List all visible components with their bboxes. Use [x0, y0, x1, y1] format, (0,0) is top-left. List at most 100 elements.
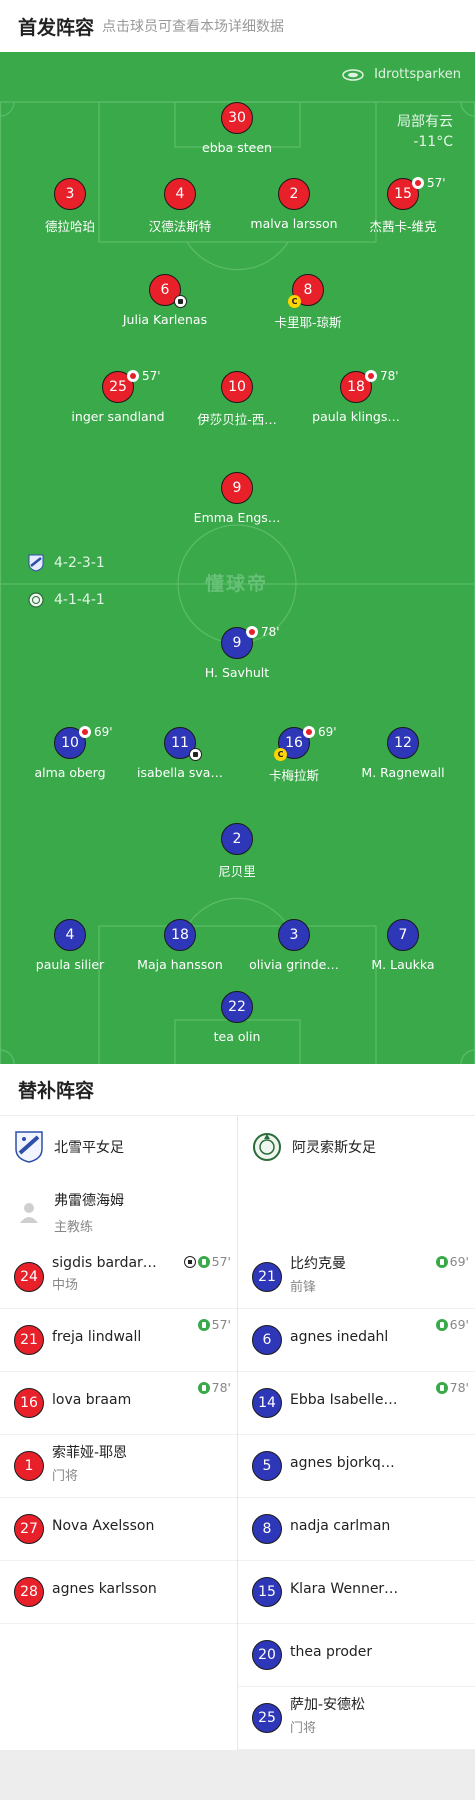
player-number-badge: 16 69' C [274, 725, 337, 761]
sub-in-event: 69' [435, 1254, 469, 1269]
goal-ball-icon [174, 295, 187, 308]
pitch-player[interactable]: 3 德拉哈珀 [10, 178, 130, 235]
away-team-name: 阿灵索斯女足 [292, 1140, 376, 1156]
bench-player-row[interactable]: 20 thea proder [238, 1624, 475, 1687]
player-number-badge: 18 78' [340, 369, 399, 403]
pitch-player[interactable]: 2 尼贝里 [177, 823, 297, 880]
player-number-badge: 8 C [288, 274, 324, 308]
pitch: Idrottsparken 局部有云 -11°C 懂球帝 4-2-3-1 4-1… [0, 52, 475, 1064]
home-formation-label: 4-2-3-1 [54, 555, 105, 571]
bench-player-number: 5 [252, 1451, 282, 1481]
bench-player-row[interactable]: 21 freja lindwall 57' [0, 1309, 237, 1372]
player-number-badge: 10 [221, 371, 253, 403]
bench-player-name: 比约克曼 [290, 1256, 346, 1272]
bench-player-row[interactable]: 21 比约克曼 前锋 69' [238, 1246, 475, 1309]
sub-in-event: 78' [197, 1380, 231, 1395]
bench-title: 替补阵容 [0, 1064, 475, 1116]
bench-player-name: agnes karlsson [52, 1581, 157, 1597]
goal-ball-icon [183, 1255, 196, 1268]
bench-player-row[interactable]: 1 索菲娅-耶恩 门将 [0, 1435, 237, 1498]
bench-player-row[interactable]: 6 agnes inedahl 69' [238, 1309, 475, 1372]
bench-player-name: Nova Axelsson [52, 1518, 155, 1534]
bench-player-row[interactable]: 28 agnes karlsson [0, 1561, 237, 1624]
sub-off-icon [79, 726, 91, 738]
away-formation: 4-1-4-1 [28, 591, 105, 609]
bench-player-number: 6 [252, 1325, 282, 1355]
bench-player-number: 21 [14, 1325, 44, 1355]
goal-ball-icon [189, 748, 202, 761]
pitch-player[interactable]: 6 Julia Karlenas [105, 274, 225, 327]
bench-player-row[interactable]: 25 萨加-安德松 门将 [238, 1687, 475, 1750]
bench-player-row[interactable]: 8 nadja carlman [238, 1498, 475, 1561]
bench-player-row[interactable]: 24 sigdis bardar… 中场 57' [0, 1246, 237, 1309]
player-name: 卡梅拉斯 [268, 768, 319, 783]
pitch-player[interactable]: 12 M. Ragnewall [343, 727, 463, 780]
pitch-player[interactable]: 25 57' inger sandland [58, 369, 178, 424]
sub-in-icon [435, 1381, 448, 1394]
pitch-player[interactable]: 3 olivia grinde… [234, 919, 354, 972]
lineup-header: 首发阵容 点击球员可查看本场详细数据 [0, 0, 475, 52]
pitch-player[interactable]: 22 tea olin [177, 991, 297, 1044]
home-team-name: 北雪平女足 [54, 1140, 124, 1156]
away-team-badge-icon [28, 592, 44, 608]
captain-icon: C [288, 295, 301, 308]
player-name: paula silier [35, 957, 105, 972]
sub-in-event: 78' [435, 1380, 469, 1395]
pitch-player[interactable]: 9 Emma Engs… [177, 472, 297, 525]
bench-player-row[interactable]: 5 agnes bjorkq… [238, 1435, 475, 1498]
pitch-player[interactable]: 15 57' 杰茜卡-维克 [343, 176, 463, 235]
sub-off-badge: 78' [365, 369, 399, 383]
bench-player-number: 28 [14, 1577, 44, 1607]
coach-avatar-icon [20, 1203, 38, 1223]
player-name: paula klings… [312, 409, 400, 424]
pitch-player[interactable]: 10 69' alma oberg [10, 725, 130, 780]
player-number-badge: 11 [164, 727, 202, 761]
player-name: isabella sva… [137, 765, 223, 780]
pitch-player[interactable]: 4 汉德法斯特 [120, 178, 240, 235]
bench-player-name: nadja carlman [290, 1518, 391, 1534]
player-number-badge: 22 [221, 991, 253, 1023]
player-name: malva larsson [250, 216, 338, 231]
bench-player-name: sigdis bardar… [52, 1255, 157, 1271]
pitch-player[interactable]: 7 M. Laukka [343, 919, 463, 972]
bench-player-name: 索菲娅-耶恩 [52, 1445, 128, 1461]
bench-player-row[interactable]: 27 Nova Axelsson [0, 1498, 237, 1561]
home-team-row[interactable]: 北雪平女足 [0, 1116, 237, 1178]
pitch-player[interactable]: 2 malva larsson [234, 178, 354, 231]
home-team-logo-icon [15, 1131, 43, 1163]
player-name: Emma Engs… [193, 510, 281, 525]
player-number-badge: 9 78' [221, 625, 280, 659]
player-name: H. Savhult [204, 665, 270, 680]
player-number-badge: 15 57' [387, 176, 446, 210]
bench-player-row[interactable]: 15 Klara Wenner… [238, 1561, 475, 1624]
pitch-player[interactable]: 10 伊莎贝拉-西… [177, 371, 297, 428]
away-formation-label: 4-1-4-1 [54, 592, 105, 608]
pitch-player[interactable]: 4 paula silier [10, 919, 130, 972]
sub-off-badge: 57' [127, 369, 161, 383]
coach-role: 主教练 [54, 1219, 94, 1235]
away-team-row[interactable]: 阿灵索斯女足 [238, 1116, 475, 1178]
pitch-player[interactable]: 8 C 卡里耶-琼斯 [248, 274, 368, 331]
home-team-badge-icon [28, 554, 44, 572]
bench-player-name: agnes bjorkq… [290, 1455, 395, 1471]
sub-in-icon [197, 1381, 210, 1394]
sub-off-badge: 57' [412, 176, 446, 190]
coach-row[interactable]: 弗雷德海姆 主教练 [0, 1178, 237, 1246]
sub-off-icon [412, 177, 424, 189]
pitch-player[interactable]: 30 ebba steen [177, 102, 297, 155]
venue-name: Idrottsparken [374, 67, 461, 82]
bench-player-row[interactable]: 16 lova braam 78' [0, 1372, 237, 1435]
lineup-subtitle: 点击球员可查看本场详细数据 [102, 19, 285, 35]
weather: 局部有云 -11°C [397, 112, 453, 152]
player-number-badge: 9 [221, 472, 253, 504]
bench-player-number: 15 [252, 1577, 282, 1607]
bench-player-row[interactable]: 14 Ebba Isabelle… 78' [238, 1372, 475, 1435]
pitch-player[interactable]: 18 78' paula klings… [296, 369, 416, 424]
bench-player-number: 24 [14, 1262, 44, 1292]
player-name: ebba steen [202, 140, 272, 155]
pitch-player[interactable]: 18 Maja hansson [120, 919, 240, 972]
pitch-player[interactable]: 16 69' C 卡梅拉斯 [234, 725, 354, 784]
player-name: olivia grinde… [249, 957, 339, 972]
pitch-player[interactable]: 11 isabella sva… [120, 727, 240, 780]
pitch-player[interactable]: 9 78' H. Savhult [177, 625, 297, 680]
